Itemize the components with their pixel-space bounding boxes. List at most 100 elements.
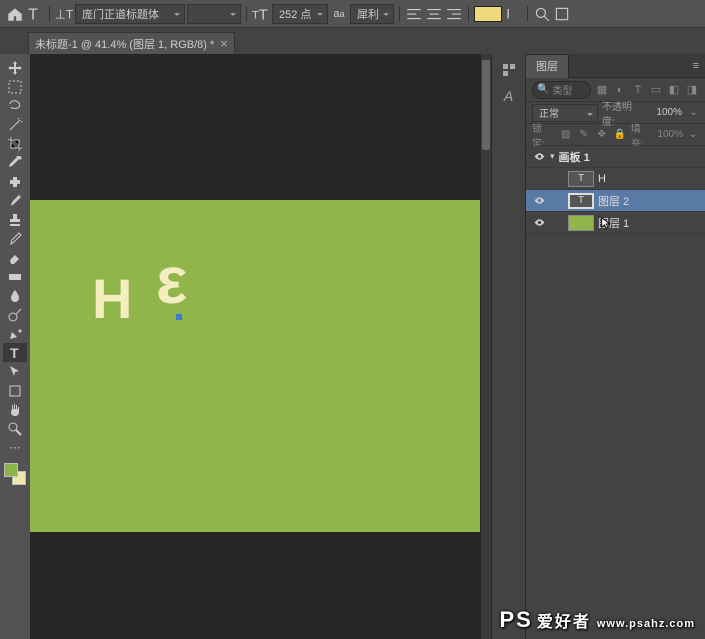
align-left-icon[interactable] [405,5,423,23]
layers-panel: 图层 ≡ 🔍 类型 ▦ ◐ T ▭ ◧ ◨ 正常 不透明度: 100% ⌄ 锁定… [525,54,705,639]
close-icon[interactable]: × [220,36,228,51]
canvas-text-e[interactable]: ε [156,242,187,318]
stamp-tool[interactable] [3,210,27,229]
type-tool[interactable]: T [3,343,27,362]
filter-adjust-icon[interactable]: ◐ [613,83,627,97]
layer-row-text-2[interactable]: T 图层 2 [526,190,705,212]
lock-transparent-icon[interactable]: ▨ [559,128,573,142]
eyedropper-tool[interactable] [3,153,27,172]
font-family-dropdown[interactable]: 庞门正道标题体 [75,4,185,24]
wand-tool[interactable] [3,115,27,134]
svg-text:T: T [259,7,268,22]
lock-paint-icon[interactable]: ✎ [577,128,591,142]
visibility-icon[interactable] [532,194,546,208]
zoom-tool[interactable] [3,419,27,438]
layer-row-fill[interactable]: 图层 1 [526,212,705,234]
search-icon: 🔍 [537,84,549,95]
layer-thumbnail [568,215,594,231]
layer-filter-search[interactable]: 🔍 类型 [532,81,591,99]
svg-text:I: I [506,6,510,21]
aa-icon: aa [330,5,348,23]
watermark-brand: PS [499,607,532,633]
font-size-dropdown[interactable]: 252 点 [272,4,328,24]
hand-tool[interactable] [3,400,27,419]
gradient-tool[interactable] [3,267,27,286]
chevron-down-icon[interactable]: ⌄ [688,107,699,118]
align-center-icon[interactable] [425,5,443,23]
font-style-dropdown[interactable] [187,4,241,24]
layer-name: H [598,173,606,185]
blend-mode-row: 正常 不透明度: 100% ⌄ [526,102,705,124]
move-tool[interactable] [3,58,27,77]
layer-filter-placeholder: 类型 [552,82,572,97]
eraser-tool[interactable] [3,248,27,267]
home-icon[interactable] [6,5,24,23]
antialias-value: 犀利 [357,6,379,22]
filter-toggle-icon[interactable]: ◨ [685,83,699,97]
path-select-tool[interactable] [3,362,27,381]
font-family-value: 庞门正道标题体 [82,6,159,22]
scrollbar-thumb[interactable] [482,60,490,150]
lasso-tool[interactable] [3,96,27,115]
filter-type-icon[interactable]: T [631,83,645,97]
filter-shape-icon[interactable]: ▭ [649,83,663,97]
filter-pixel-icon[interactable]: ▦ [595,83,609,97]
chevron-down-icon[interactable]: ▾ [550,151,555,162]
history-brush-tool[interactable] [3,229,27,248]
blur-tool[interactable] [3,286,27,305]
3d-icon[interactable] [553,5,571,23]
canvas-area[interactable]: H ε [30,54,491,639]
svg-text:T: T [28,6,38,22]
blend-mode-value: 正常 [539,105,559,120]
blend-mode-dropdown[interactable]: 正常 [532,104,598,122]
dodge-tool[interactable] [3,305,27,324]
artboard: H ε [30,200,480,532]
collapsed-panels-strip: A [491,54,525,639]
layer-name: 图层 1 [598,215,629,231]
document-tab[interactable]: 未标题-1 @ 41.4% (图层 1, RGB/8) * × [28,32,235,54]
healing-tool[interactable] [3,172,27,191]
font-size-icon: TT [252,5,270,23]
visibility-icon[interactable] [532,150,546,164]
watermark-url: www.psahz.com [597,618,695,630]
layer-list: ▾ 画板 1 T H T 图层 2 图层 1 [526,146,705,639]
document-tab-title: 未标题-1 @ 41.4% (图层 1, RGB/8) * [35,36,214,52]
lock-all-icon[interactable]: 🔒 [613,128,627,142]
filter-smart-icon[interactable]: ◧ [667,83,681,97]
vertical-scrollbar[interactable] [481,54,491,639]
chevron-down-icon[interactable]: ⌄ [687,129,699,140]
panel-tab-row: 图层 ≡ [526,54,705,78]
shape-tool[interactable] [3,381,27,400]
history-panel-icon[interactable] [496,60,522,80]
svg-text:⊥T: ⊥T [55,7,73,21]
lock-row: 锁定: ▨ ✎ ✥ 🔒 填充: 100% ⌄ [526,124,705,146]
watermark: PS 爱好者 www.psahz.com [499,607,695,633]
orientation-icon[interactable]: ⊥T [55,5,73,23]
pen-tool[interactable] [3,324,27,343]
text-color-well[interactable] [474,6,502,22]
fill-label: 填充: [631,120,654,150]
color-swatches[interactable] [4,463,26,485]
canvas-text-h[interactable]: H [92,266,132,331]
fill-value[interactable]: 100% [657,129,683,140]
brush-tool[interactable] [3,191,27,210]
align-right-icon[interactable] [445,5,463,23]
lock-position-icon[interactable]: ✥ [595,128,609,142]
layer-row-text-h[interactable]: T H [526,168,705,190]
edit-toolbar[interactable]: ⋯ [3,438,27,457]
visibility-icon[interactable] [532,216,546,230]
layers-tab[interactable]: 图层 [526,54,569,78]
panel-menu-icon[interactable]: ≡ [687,60,705,72]
layers-tab-label: 图层 [536,58,558,74]
opacity-value[interactable]: 100% [645,107,684,118]
document-tab-bar: 未标题-1 @ 41.4% (图层 1, RGB/8) * × [0,28,705,54]
warp-text-icon[interactable]: I [504,5,522,23]
layer-thumbnail: T [568,193,594,209]
type-tool-icon[interactable]: T [26,5,44,23]
character-panel-icon[interactable]: A [496,86,522,106]
antialias-dropdown[interactable]: 犀利 [350,4,394,24]
crop-tool[interactable] [3,134,27,153]
layer-row-artboard[interactable]: ▾ 画板 1 [526,146,705,168]
marquee-tool[interactable] [3,77,27,96]
panel-icon[interactable] [533,5,551,23]
